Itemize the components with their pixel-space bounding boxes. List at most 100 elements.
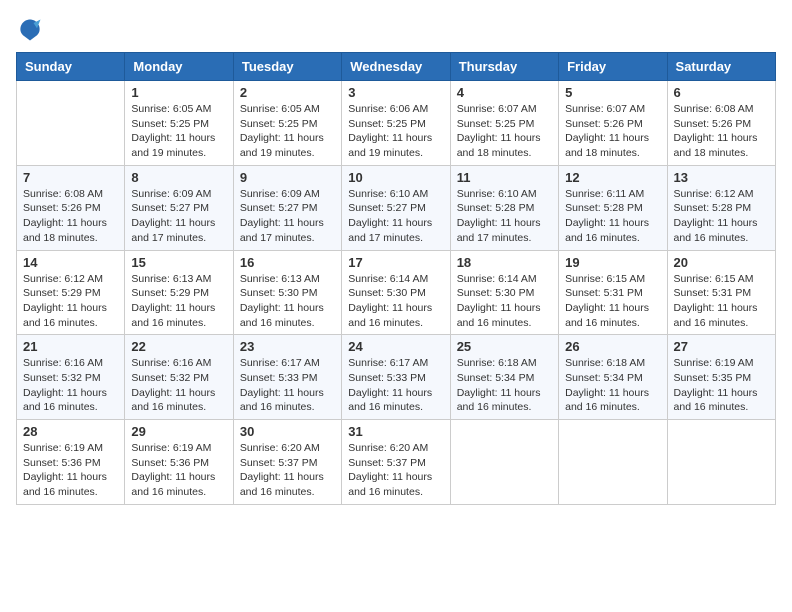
day-cell: 14 Sunrise: 6:12 AMSunset: 5:29 PMDayligh… bbox=[17, 250, 125, 335]
day-number: 26 bbox=[565, 339, 660, 354]
day-info: Sunrise: 6:18 AMSunset: 5:34 PMDaylight:… bbox=[565, 356, 660, 415]
day-info: Sunrise: 6:20 AMSunset: 5:37 PMDaylight:… bbox=[240, 441, 335, 500]
day-info: Sunrise: 6:07 AMSunset: 5:25 PMDaylight:… bbox=[457, 102, 552, 161]
day-number: 29 bbox=[131, 424, 226, 439]
day-info: Sunrise: 6:06 AMSunset: 5:25 PMDaylight:… bbox=[348, 102, 443, 161]
day-number: 14 bbox=[23, 255, 118, 270]
calendar-body: 1Sunrise: 6:05 AMSunset: 5:25 PMDaylight… bbox=[17, 81, 776, 505]
day-number: 18 bbox=[457, 255, 552, 270]
day-number: 20 bbox=[674, 255, 769, 270]
day-number: 8 bbox=[131, 170, 226, 185]
day-number: 30 bbox=[240, 424, 335, 439]
day-cell: 28 Sunrise: 6:19 AMSunset: 5:36 PMDayligh… bbox=[17, 420, 125, 505]
day-number: 11 bbox=[457, 170, 552, 185]
day-cell: 13 Sunrise: 6:12 AMSunset: 5:28 PMDayligh… bbox=[667, 165, 775, 250]
day-info: Sunrise: 6:17 AMSunset: 5:33 PMDaylight:… bbox=[240, 356, 335, 415]
day-number: 12 bbox=[565, 170, 660, 185]
week-row: 14 Sunrise: 6:12 AMSunset: 5:29 PMDayligh… bbox=[17, 250, 776, 335]
day-info: Sunrise: 6:18 AMSunset: 5:34 PMDaylight:… bbox=[457, 356, 552, 415]
day-info: Sunrise: 6:14 AMSunset: 5:30 PMDaylight:… bbox=[348, 272, 443, 331]
day-cell: 29 Sunrise: 6:19 AMSunset: 5:36 PMDayligh… bbox=[125, 420, 233, 505]
day-cell bbox=[17, 81, 125, 166]
header-day: Thursday bbox=[450, 53, 558, 81]
day-cell: 4 Sunrise: 6:07 AMSunset: 5:25 PMDaylight… bbox=[450, 81, 558, 166]
day-cell: 15 Sunrise: 6:13 AMSunset: 5:29 PMDayligh… bbox=[125, 250, 233, 335]
day-info: Sunrise: 6:14 AMSunset: 5:30 PMDaylight:… bbox=[457, 272, 552, 331]
day-info: Sunrise: 6:19 AMSunset: 5:35 PMDaylight:… bbox=[674, 356, 769, 415]
day-info: Sunrise: 6:12 AMSunset: 5:29 PMDaylight:… bbox=[23, 272, 118, 331]
day-info: Sunrise: 6:05 AMSunset: 5:25 PMDaylight:… bbox=[240, 102, 335, 161]
day-cell: 2 Sunrise: 6:05 AMSunset: 5:25 PMDaylight… bbox=[233, 81, 341, 166]
header-day: Tuesday bbox=[233, 53, 341, 81]
day-info: Sunrise: 6:11 AMSunset: 5:28 PMDaylight:… bbox=[565, 187, 660, 246]
day-cell: 9 Sunrise: 6:09 AMSunset: 5:27 PMDaylight… bbox=[233, 165, 341, 250]
page-header bbox=[16, 16, 776, 44]
day-info: Sunrise: 6:16 AMSunset: 5:32 PMDaylight:… bbox=[131, 356, 226, 415]
day-cell: 1Sunrise: 6:05 AMSunset: 5:25 PMDaylight… bbox=[125, 81, 233, 166]
day-cell: 10Sunrise: 6:10 AMSunset: 5:27 PMDayligh… bbox=[342, 165, 450, 250]
day-number: 31 bbox=[348, 424, 443, 439]
day-number: 13 bbox=[674, 170, 769, 185]
day-number: 2 bbox=[240, 85, 335, 100]
day-cell: 23 Sunrise: 6:17 AMSunset: 5:33 PMDayligh… bbox=[233, 335, 341, 420]
day-info: Sunrise: 6:13 AMSunset: 5:29 PMDaylight:… bbox=[131, 272, 226, 331]
day-cell bbox=[667, 420, 775, 505]
day-number: 28 bbox=[23, 424, 118, 439]
day-cell: 3 Sunrise: 6:06 AMSunset: 5:25 PMDaylight… bbox=[342, 81, 450, 166]
day-info: Sunrise: 6:07 AMSunset: 5:26 PMDaylight:… bbox=[565, 102, 660, 161]
day-cell: 5 Sunrise: 6:07 AMSunset: 5:26 PMDaylight… bbox=[559, 81, 667, 166]
week-row: 7Sunrise: 6:08 AMSunset: 5:26 PMDaylight… bbox=[17, 165, 776, 250]
day-cell: 17Sunrise: 6:14 AMSunset: 5:30 PMDayligh… bbox=[342, 250, 450, 335]
day-cell: 19Sunrise: 6:15 AMSunset: 5:31 PMDayligh… bbox=[559, 250, 667, 335]
day-number: 4 bbox=[457, 85, 552, 100]
week-row: 1Sunrise: 6:05 AMSunset: 5:25 PMDaylight… bbox=[17, 81, 776, 166]
header-day: Wednesday bbox=[342, 53, 450, 81]
day-info: Sunrise: 6:16 AMSunset: 5:32 PMDaylight:… bbox=[23, 356, 118, 415]
day-info: Sunrise: 6:09 AMSunset: 5:27 PMDaylight:… bbox=[240, 187, 335, 246]
day-number: 3 bbox=[348, 85, 443, 100]
day-info: Sunrise: 6:19 AMSunset: 5:36 PMDaylight:… bbox=[23, 441, 118, 500]
day-number: 23 bbox=[240, 339, 335, 354]
calendar-header: SundayMondayTuesdayWednesdayThursdayFrid… bbox=[17, 53, 776, 81]
day-cell: 7Sunrise: 6:08 AMSunset: 5:26 PMDaylight… bbox=[17, 165, 125, 250]
day-info: Sunrise: 6:05 AMSunset: 5:25 PMDaylight:… bbox=[131, 102, 226, 161]
day-cell bbox=[559, 420, 667, 505]
day-info: Sunrise: 6:20 AMSunset: 5:37 PMDaylight:… bbox=[348, 441, 443, 500]
day-cell bbox=[450, 420, 558, 505]
day-cell: 26 Sunrise: 6:18 AMSunset: 5:34 PMDayligh… bbox=[559, 335, 667, 420]
day-info: Sunrise: 6:15 AMSunset: 5:31 PMDaylight:… bbox=[565, 272, 660, 331]
day-cell: 12 Sunrise: 6:11 AMSunset: 5:28 PMDayligh… bbox=[559, 165, 667, 250]
logo bbox=[16, 16, 48, 44]
day-number: 27 bbox=[674, 339, 769, 354]
day-cell: 16 Sunrise: 6:13 AMSunset: 5:30 PMDayligh… bbox=[233, 250, 341, 335]
day-number: 6 bbox=[674, 85, 769, 100]
day-number: 25 bbox=[457, 339, 552, 354]
day-info: Sunrise: 6:13 AMSunset: 5:30 PMDaylight:… bbox=[240, 272, 335, 331]
day-info: Sunrise: 6:19 AMSunset: 5:36 PMDaylight:… bbox=[131, 441, 226, 500]
day-cell: 11 Sunrise: 6:10 AMSunset: 5:28 PMDayligh… bbox=[450, 165, 558, 250]
day-number: 9 bbox=[240, 170, 335, 185]
day-info: Sunrise: 6:09 AMSunset: 5:27 PMDaylight:… bbox=[131, 187, 226, 246]
day-cell: 20Sunrise: 6:15 AMSunset: 5:31 PMDayligh… bbox=[667, 250, 775, 335]
day-number: 24 bbox=[348, 339, 443, 354]
calendar-table: SundayMondayTuesdayWednesdayThursdayFrid… bbox=[16, 52, 776, 505]
day-number: 15 bbox=[131, 255, 226, 270]
day-number: 10 bbox=[348, 170, 443, 185]
week-row: 28 Sunrise: 6:19 AMSunset: 5:36 PMDayligh… bbox=[17, 420, 776, 505]
day-number: 21 bbox=[23, 339, 118, 354]
logo-icon bbox=[16, 16, 44, 44]
day-number: 16 bbox=[240, 255, 335, 270]
day-info: Sunrise: 6:10 AMSunset: 5:28 PMDaylight:… bbox=[457, 187, 552, 246]
day-info: Sunrise: 6:08 AMSunset: 5:26 PMDaylight:… bbox=[23, 187, 118, 246]
header-day: Saturday bbox=[667, 53, 775, 81]
header-day: Monday bbox=[125, 53, 233, 81]
day-number: 5 bbox=[565, 85, 660, 100]
day-cell: 22Sunrise: 6:16 AMSunset: 5:32 PMDayligh… bbox=[125, 335, 233, 420]
day-info: Sunrise: 6:12 AMSunset: 5:28 PMDaylight:… bbox=[674, 187, 769, 246]
header-row: SundayMondayTuesdayWednesdayThursdayFrid… bbox=[17, 53, 776, 81]
day-cell: 6Sunrise: 6:08 AMSunset: 5:26 PMDaylight… bbox=[667, 81, 775, 166]
day-cell: 8 Sunrise: 6:09 AMSunset: 5:27 PMDaylight… bbox=[125, 165, 233, 250]
day-cell: 18 Sunrise: 6:14 AMSunset: 5:30 PMDayligh… bbox=[450, 250, 558, 335]
day-cell: 30 Sunrise: 6:20 AMSunset: 5:37 PMDayligh… bbox=[233, 420, 341, 505]
week-row: 21 Sunrise: 6:16 AMSunset: 5:32 PMDayligh… bbox=[17, 335, 776, 420]
